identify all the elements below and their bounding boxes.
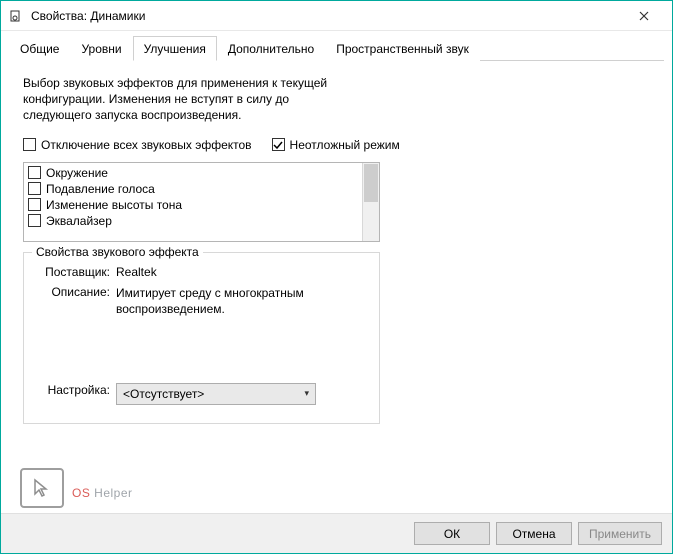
cancel-button[interactable]: Отмена [496, 522, 572, 545]
effects-items: Окружение Подавление голоса Изменение вы… [24, 163, 362, 241]
speaker-icon [9, 8, 25, 24]
list-item[interactable]: Изменение высоты тона [28, 198, 358, 212]
immediate-mode-checkbox[interactable]: Неотложный режим [272, 138, 400, 152]
checkbox-icon [28, 198, 41, 211]
description-value: Имитирует среду с многократным воспроизв… [116, 285, 346, 317]
list-item-label: Изменение высоты тона [46, 198, 182, 212]
checkbox-icon [23, 138, 36, 151]
apply-button[interactable]: Применить [578, 522, 662, 545]
tab-page-enhancements: Выбор звуковых эффектов для применения к… [9, 61, 664, 513]
disable-all-checkbox[interactable]: Отключение всех звуковых эффектов [23, 138, 252, 152]
setting-value: <Отсутствует> [123, 387, 204, 401]
setting-label: Настройка: [36, 383, 116, 405]
description-text: Выбор звуковых эффектов для применения к… [23, 75, 353, 124]
close-button[interactable] [624, 1, 664, 31]
effect-properties-group: Свойства звукового эффекта Поставщик: Re… [23, 252, 380, 424]
content-area: Общие Уровни Улучшения Дополнительно Про… [1, 31, 672, 513]
vendor-value: Realtek [116, 265, 367, 279]
checkbox-icon [28, 166, 41, 179]
dialog-window: Свойства: Динамики Общие Уровни Улучшени… [0, 0, 673, 554]
disable-all-label: Отключение всех звуковых эффектов [41, 138, 252, 152]
scrollbar[interactable] [362, 163, 379, 241]
effects-listbox[interactable]: Окружение Подавление голоса Изменение вы… [23, 162, 380, 242]
group-legend: Свойства звукового эффекта [32, 245, 203, 259]
list-item-label: Подавление голоса [46, 182, 155, 196]
top-checkbox-row: Отключение всех звуковых эффектов Неотло… [23, 138, 650, 152]
window-title: Свойства: Динамики [31, 9, 624, 23]
tab-strip: Общие Уровни Улучшения Дополнительно Про… [9, 35, 664, 61]
description-label: Описание: [36, 285, 116, 317]
tab-enhancements[interactable]: Улучшения [133, 36, 217, 61]
list-item[interactable]: Подавление голоса [28, 182, 358, 196]
checkbox-icon [28, 182, 41, 195]
list-item-label: Окружение [46, 166, 108, 180]
tab-general[interactable]: Общие [9, 36, 70, 61]
immediate-mode-label: Неотложный режим [290, 138, 400, 152]
ok-button[interactable]: ОК [414, 522, 490, 545]
titlebar: Свойства: Динамики [1, 1, 672, 31]
vendor-label: Поставщик: [36, 265, 116, 279]
tab-levels[interactable]: Уровни [70, 36, 132, 61]
scrollbar-thumb[interactable] [364, 164, 378, 202]
dialog-footer: ОК Отмена Применить [1, 513, 672, 553]
checkbox-icon [28, 214, 41, 227]
checkbox-icon [272, 138, 285, 151]
tab-spatial[interactable]: Пространственный звук [325, 36, 480, 61]
tab-advanced[interactable]: Дополнительно [217, 36, 325, 61]
list-item[interactable]: Окружение [28, 166, 358, 180]
list-item[interactable]: Эквалайзер [28, 214, 358, 228]
setting-combobox[interactable]: <Отсутствует> ▾ [116, 383, 316, 405]
chevron-down-icon: ▾ [304, 388, 309, 399]
list-item-label: Эквалайзер [46, 214, 112, 228]
